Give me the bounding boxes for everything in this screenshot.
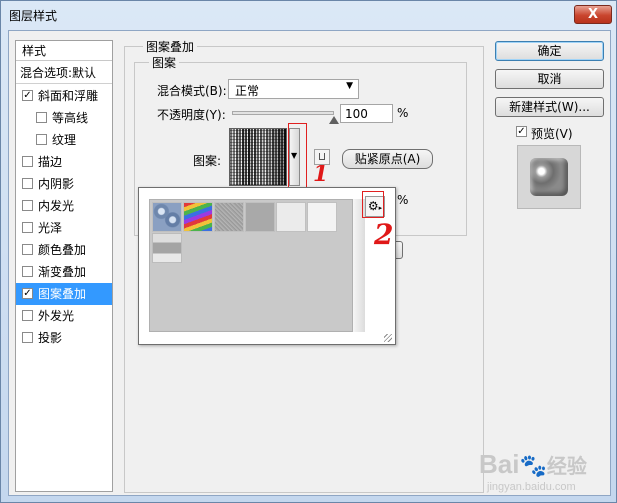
style-preview-thumbnail — [517, 145, 581, 209]
sidebar-item[interactable]: 内阴影 — [16, 173, 112, 195]
pattern-swatch-gray-noise[interactable] — [214, 202, 244, 232]
pattern-group-title: 图案 — [149, 54, 180, 71]
styles-list-header: 样式 — [16, 41, 112, 61]
pattern-swatch-blue-bubbles[interactable] — [152, 202, 182, 232]
pattern-swatch-rainbow[interactable] — [183, 202, 213, 232]
cancel-button[interactable]: 取消 — [495, 69, 604, 89]
blend-mode-label: 混合模式(B): — [157, 84, 227, 98]
opacity-slider-thumb[interactable] — [329, 116, 339, 124]
pattern-preview-swatch[interactable] — [229, 128, 287, 186]
blend-mode-select[interactable]: 正常 ▼ — [228, 79, 359, 99]
sidebar-item-label: 描边 — [38, 155, 63, 169]
pattern-grid-scrollbar[interactable] — [352, 199, 365, 332]
opacity-input[interactable]: 100 — [340, 104, 393, 123]
sidebar-item-label: 纹理 — [52, 133, 77, 147]
sidebar-item-label: 内阴影 — [38, 177, 75, 191]
sidebar-item-checkbox[interactable]: ✓ — [22, 288, 33, 299]
pattern-picker-popup: ⚙▸ — [138, 187, 396, 345]
sidebar-item-label: 外发光 — [38, 309, 75, 323]
annotation-box-1 — [288, 123, 307, 192]
sidebar-item-label: 颜色叠加 — [38, 243, 87, 257]
opacity-label: 不透明度(Y): — [157, 108, 226, 122]
sidebar-item-checkbox[interactable] — [36, 112, 47, 123]
close-button[interactable]: X — [574, 5, 612, 24]
pattern-swatch-gray[interactable] — [245, 202, 275, 232]
sidebar-item-label: 投影 — [38, 331, 63, 345]
sidebar-item[interactable]: 光泽 — [16, 217, 112, 239]
layer-style-dialog: 图层样式 X 样式 混合选项:默认 ✓ 斜面和浮雕等高线纹理描边内阴影内发光光泽颜… — [0, 0, 617, 503]
preview-checkbox[interactable]: ✓ — [516, 126, 527, 137]
sidebar-item-label: 内发光 — [38, 199, 75, 213]
blend-mode-value: 正常 — [235, 84, 260, 98]
baidu-watermark-url: jingyan.baidu.com — [487, 481, 576, 493]
pattern-overlay-title: 图案叠加 — [143, 38, 198, 55]
sidebar-item-label: 图案叠加 — [38, 287, 87, 301]
new-preset-icon[interactable] — [314, 149, 330, 165]
baidu-watermark-logo: Bai🐾经验 — [479, 449, 587, 479]
sidebar-item[interactable]: 外发光 — [16, 305, 112, 327]
sidebar-item-checkbox[interactable] — [22, 266, 33, 277]
pattern-swatch-gray-gradient[interactable] — [152, 233, 182, 263]
sidebar-item[interactable]: 投影 — [16, 327, 112, 349]
pattern-swatch-white-texture[interactable] — [276, 202, 306, 232]
annotation-box-2 — [362, 191, 384, 218]
sidebar-item-checkbox[interactable] — [36, 134, 47, 145]
new-style-button[interactable]: 新建样式(W)... — [495, 97, 604, 117]
pattern-label: 图案: — [193, 154, 222, 168]
opacity-value: 100 — [345, 107, 368, 121]
sidebar-item-checkbox[interactable] — [22, 178, 33, 189]
dialog-title: 图层样式 — [9, 9, 58, 23]
sidebar-item-checkbox[interactable] — [22, 332, 33, 343]
sidebar-item-label: 渐变叠加 — [38, 265, 87, 279]
snap-to-origin-button[interactable]: 贴紧原点(A) — [342, 149, 433, 169]
preview-label: 预览(V) — [531, 127, 573, 141]
sidebar-item-checkbox[interactable] — [22, 222, 33, 233]
sidebar-item-label: 等高线 — [52, 111, 89, 125]
sidebar-item[interactable]: 渐变叠加 — [16, 261, 112, 283]
chevron-down-icon: ▼ — [346, 81, 353, 91]
opacity-slider-track[interactable] — [232, 111, 334, 115]
sidebar-item-checkbox[interactable]: ✓ — [22, 90, 33, 101]
sidebar-item[interactable]: 颜色叠加 — [16, 239, 112, 261]
sidebar-item-label: 光泽 — [38, 221, 63, 235]
title-bar: 图层样式 X — [1, 1, 616, 29]
blending-options-item[interactable]: 混合选项:默认 — [16, 62, 112, 84]
ok-button[interactable]: 确定 — [495, 41, 604, 61]
sidebar-item-checkbox[interactable] — [22, 156, 33, 167]
sidebar-item-label: 斜面和浮雕 — [38, 89, 99, 103]
sidebar-item[interactable]: 等高线 — [16, 107, 112, 129]
sidebar-item[interactable]: 纹理 — [16, 129, 112, 151]
preview-checkbox-row[interactable]: ✓ 预览(V) — [516, 124, 606, 142]
sidebar-item[interactable]: ✓ 图案叠加 — [16, 283, 112, 305]
sidebar-item-checkbox[interactable] — [22, 310, 33, 321]
sidebar-item[interactable]: 内发光 — [16, 195, 112, 217]
sidebar-item-checkbox[interactable] — [22, 200, 33, 211]
opacity-unit: % — [397, 106, 409, 120]
annotation-number-2: 2 — [374, 218, 394, 251]
styles-list: 样式 混合选项:默认 ✓ 斜面和浮雕等高线纹理描边内阴影内发光光泽颜色叠加渐变叠加… — [15, 40, 113, 492]
dialog-body: 样式 混合选项:默认 ✓ 斜面和浮雕等高线纹理描边内阴影内发光光泽颜色叠加渐变叠加… — [8, 30, 611, 496]
pattern-grid — [149, 199, 362, 332]
resize-grip-icon[interactable] — [384, 334, 392, 342]
pattern-swatch-white-light[interactable] — [307, 202, 337, 232]
sidebar-item[interactable]: ✓ 斜面和浮雕 — [16, 85, 112, 107]
sidebar-item[interactable]: 描边 — [16, 151, 112, 173]
sidebar-item-checkbox[interactable] — [22, 244, 33, 255]
scale-unit: % — [397, 193, 409, 207]
